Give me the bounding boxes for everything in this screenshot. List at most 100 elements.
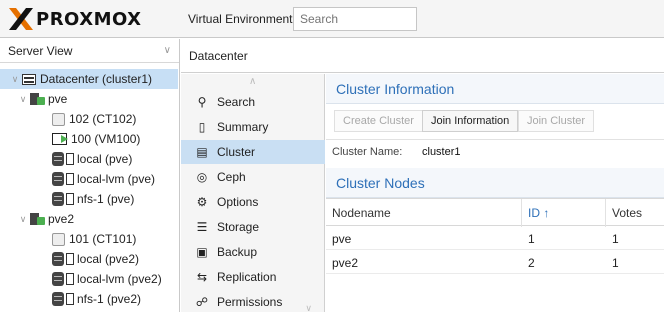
cell-nodename: pve — [332, 232, 352, 246]
storage-icon — [52, 172, 74, 186]
column-header-id[interactable]: ID ↑ — [522, 199, 606, 227]
nav-item-search[interactable]: ⚲ Search — [181, 90, 325, 114]
tree-item-datacenter[interactable]: ∨ Datacenter (cluster1) — [0, 69, 178, 89]
tree-item-label: local-lvm (pve) — [77, 172, 156, 186]
cluster-name-field: Cluster Name: cluster1 — [332, 146, 461, 158]
tree-item-storage-local-pve2[interactable]: local (pve2) — [52, 249, 139, 269]
view-selector[interactable]: Server View ∨ — [0, 39, 179, 63]
ceph-icon: ◎ — [196, 170, 208, 184]
tree-item-ct102[interactable]: 102 (CT102) — [52, 109, 136, 129]
cluster-nodes-grid: Nodename ID ↑ Votes pve 1 1 pve2 2 1 — [326, 198, 664, 274]
collapse-toggle-icon[interactable]: ∨ — [18, 214, 28, 224]
retweet-icon: ⇆ — [196, 270, 208, 284]
tree-item-label: 102 (CT102) — [69, 112, 137, 126]
resource-tree-panel: Server View ∨ ∨ Datacenter (cluster1) ∨ … — [0, 39, 180, 312]
nav-item-label: Permissions — [217, 295, 283, 309]
table-row[interactable]: pve 1 1 — [326, 226, 664, 250]
cluster-information-title: Cluster Information — [326, 74, 664, 104]
cluster-name-label: Cluster Name: — [332, 146, 403, 158]
node-icon — [30, 212, 45, 226]
nav-item-summary[interactable]: ▯ Summary — [181, 115, 325, 139]
cluster-content: Cluster Information Create Cluster Join … — [326, 74, 664, 312]
storage-icon — [52, 252, 74, 266]
search-input[interactable] — [293, 7, 417, 31]
storage-icon — [52, 292, 74, 306]
container-icon — [52, 232, 65, 246]
create-cluster-button[interactable]: Create Cluster — [334, 110, 423, 132]
proxmox-x-icon — [9, 8, 33, 30]
join-information-button[interactable]: Join Information — [422, 110, 519, 132]
tree-item-label: Datacenter (cluster1) — [40, 72, 153, 86]
datacenter-icon — [22, 73, 36, 85]
tree-item-node-pve2[interactable]: ∨ pve2 — [18, 209, 74, 229]
nav-item-backup[interactable]: ▣ Backup — [181, 240, 325, 264]
tree-item-storage-local-lvm-pve[interactable]: local-lvm (pve) — [52, 169, 155, 189]
database-icon: ☰ — [196, 220, 208, 234]
tree-item-ct101[interactable]: 101 (CT101) — [52, 229, 136, 249]
storage-icon — [52, 152, 74, 166]
tree-item-label: local (pve) — [77, 152, 133, 166]
view-selector-value: Server View — [8, 44, 73, 58]
tree-item-node-pve[interactable]: ∨ pve — [18, 89, 68, 109]
column-header-votes[interactable]: Votes — [606, 199, 664, 227]
vm-icon — [52, 133, 68, 145]
nav-item-label: Ceph — [217, 170, 246, 184]
storage-icon — [52, 192, 74, 206]
server-icon: ▤ — [196, 145, 208, 159]
tree-item-label: local (pve2) — [77, 252, 140, 266]
cluster-name-value: cluster1 — [422, 146, 461, 158]
tree-item-storage-nfs1-pve[interactable]: nfs-1 (pve) — [52, 189, 134, 209]
breadcrumb: Datacenter — [181, 39, 664, 73]
search-icon: ⚲ — [197, 95, 207, 109]
collapse-toggle-icon[interactable]: ∨ — [18, 94, 28, 104]
cell-votes: 1 — [612, 256, 619, 270]
node-icon — [30, 92, 45, 106]
nav-item-options[interactable]: ⚙ Options — [181, 190, 325, 214]
join-cluster-button[interactable]: Join Cluster — [518, 110, 595, 132]
nav-item-storage[interactable]: ☰ Storage — [181, 215, 325, 239]
scroll-up-icon[interactable]: ∧ — [249, 76, 256, 87]
proxmox-window: PROXMOX Virtual Environment 6.2-4 Server… — [0, 0, 664, 312]
nav-item-label: Cluster — [217, 145, 256, 159]
chevron-down-icon: ∨ — [163, 45, 171, 56]
floppy-icon: ▣ — [196, 245, 208, 259]
tree-item-storage-nfs1-pve2[interactable]: nfs-1 (pve2) — [52, 289, 141, 309]
storage-icon — [52, 272, 74, 286]
nav-item-cluster[interactable]: ▤ Cluster — [181, 140, 325, 164]
nav-item-label: Summary — [217, 120, 269, 134]
tree-item-label: pve2 — [48, 212, 75, 226]
cluster-nodes-title: Cluster Nodes — [326, 168, 664, 198]
book-icon: ▯ — [198, 120, 206, 134]
column-header-nodename[interactable]: Nodename — [326, 199, 522, 227]
nav-item-permissions[interactable]: ☍ Permissions — [181, 290, 325, 312]
unlock-icon: ☍ — [195, 295, 209, 309]
nav-item-label: Backup — [217, 245, 258, 259]
nav-item-replication[interactable]: ⇆ Replication — [181, 265, 325, 289]
table-row[interactable]: pve2 2 1 — [326, 250, 664, 274]
cell-id: 1 — [528, 232, 535, 246]
tree-item-vm100[interactable]: 100 (VM100) — [52, 129, 140, 149]
top-bar: PROXMOX Virtual Environment 6.2-4 — [0, 0, 664, 38]
tree-item-label: nfs-1 (pve) — [77, 192, 135, 206]
cell-id: 2 — [528, 256, 535, 270]
nav-item-label: Storage — [217, 220, 260, 234]
container-icon — [52, 112, 65, 126]
proxmox-logo[interactable]: PROXMOX — [8, 6, 142, 32]
cell-nodename: pve2 — [332, 256, 359, 270]
cluster-toolbar: Create Cluster Join Information Join Clu… — [326, 104, 664, 140]
breadcrumb-title: Datacenter — [189, 49, 248, 63]
nav-item-ceph[interactable]: ◎ Ceph — [181, 165, 325, 189]
collapse-toggle-icon[interactable]: ∨ — [10, 74, 20, 84]
scroll-down-icon[interactable]: ∨ — [305, 303, 312, 312]
tree-item-label: 100 (VM100) — [71, 132, 141, 146]
nav-item-label: Options — [217, 195, 259, 209]
gear-icon: ⚙ — [196, 195, 208, 209]
tree-item-label: 101 (CT101) — [69, 232, 137, 246]
logo-text: PROXMOX — [36, 8, 142, 30]
grid-header: Nodename ID ↑ Votes — [326, 198, 664, 227]
cell-votes: 1 — [612, 232, 619, 246]
tree-item-label: local-lvm (pve2) — [77, 272, 162, 286]
tree-item-label: pve — [48, 92, 68, 106]
tree-item-storage-local-lvm-pve2[interactable]: local-lvm (pve2) — [52, 269, 162, 289]
tree-item-storage-local-pve[interactable]: local (pve) — [52, 149, 132, 169]
